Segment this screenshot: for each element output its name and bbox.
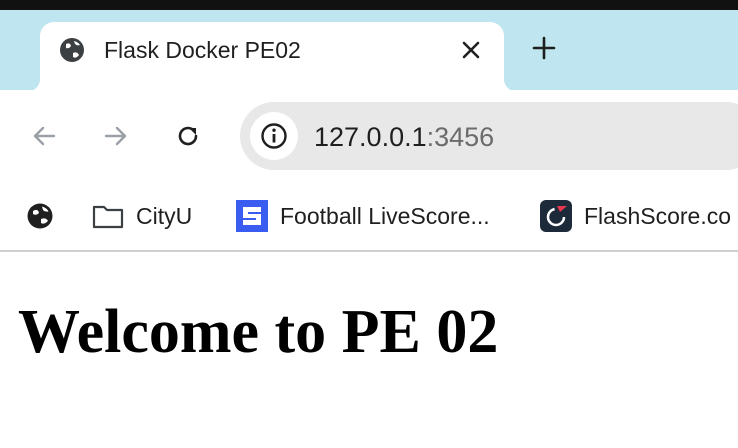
close-tab-icon[interactable] <box>459 38 483 62</box>
globe-icon <box>27 203 53 229</box>
active-tab[interactable]: Flask Docker PE02 <box>26 22 518 92</box>
url-port: :3456 <box>426 122 495 152</box>
bookmark-globe[interactable] <box>26 182 54 250</box>
address-bar[interactable]: 127.0.0.1:3456 <box>240 102 738 170</box>
url-text: 127.0.0.1:3456 <box>314 121 494 153</box>
forward-button[interactable] <box>100 120 132 152</box>
page-heading: Welcome to PE 02 <box>18 298 499 366</box>
url-host: 127.0.0.1 <box>314 122 427 152</box>
bookmark-football-livescore[interactable]: Football LiveScore... <box>236 182 490 250</box>
site-info-button[interactable] <box>250 112 298 160</box>
browser-toolbar: 127.0.0.1:3456 <box>0 90 738 182</box>
globe-icon <box>60 38 84 62</box>
info-icon <box>261 123 287 149</box>
bookmark-cityu[interactable]: CityU <box>92 182 192 250</box>
page-content: Welcome to PE 02 <box>0 252 738 448</box>
back-button[interactable] <box>28 120 60 152</box>
folder-icon <box>92 205 124 229</box>
bookmark-label: FlashScore.co <box>584 202 732 229</box>
tab-title: Flask Docker PE02 <box>104 37 301 63</box>
reload-button[interactable] <box>172 120 204 152</box>
bookmarks-bar: CityU Football LiveScore... FlashScore.c… <box>0 182 738 252</box>
bookmark-flashscore[interactable]: FlashScore.co <box>540 182 731 250</box>
livescore-logo-icon <box>236 200 268 232</box>
flashscore-logo-icon <box>540 200 572 232</box>
bookmark-label: CityU <box>136 202 193 229</box>
bookmark-label: Football LiveScore... <box>280 202 490 229</box>
window-top-bar <box>0 0 738 10</box>
new-tab-button[interactable] <box>530 34 558 62</box>
